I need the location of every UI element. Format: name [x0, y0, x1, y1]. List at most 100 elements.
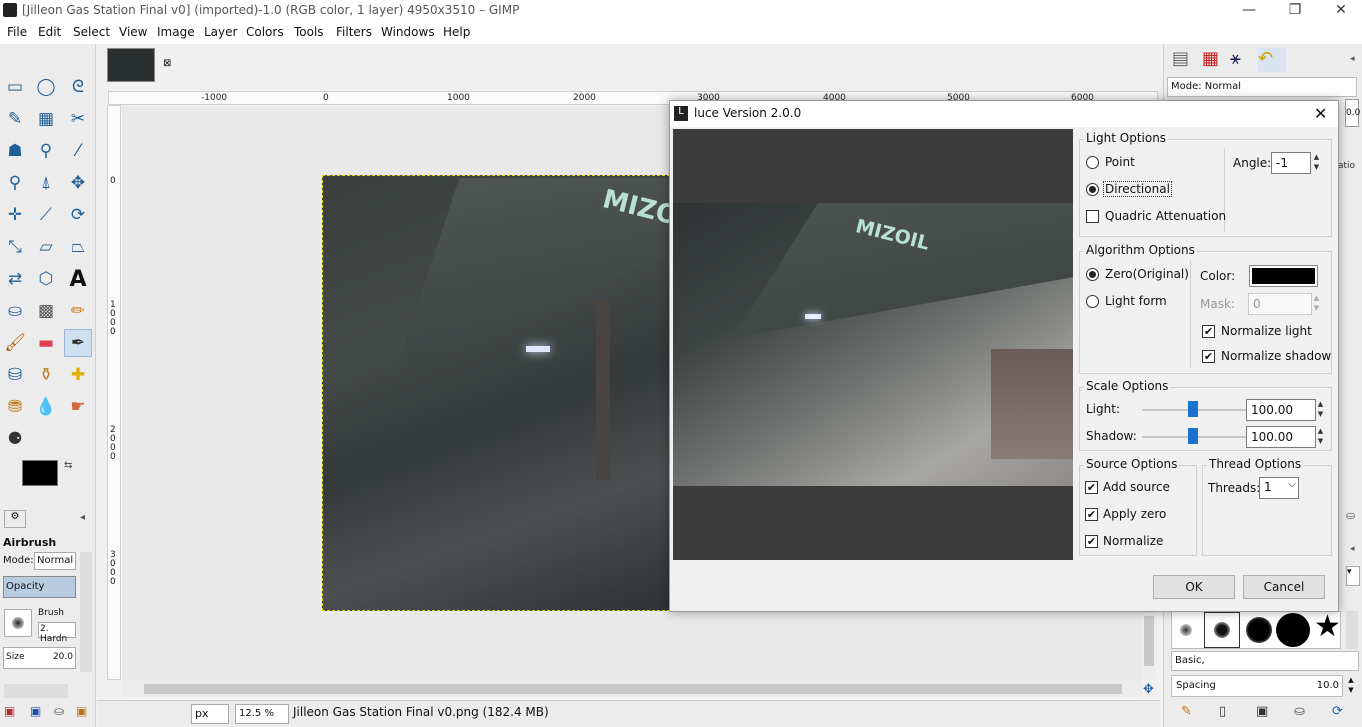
brush-star-icon[interactable]: ★ [1314, 609, 1341, 644]
menu-image[interactable]: Image [157, 25, 195, 39]
mask-input[interactable]: 0 [1248, 293, 1312, 315]
fuzzy-select-icon[interactable]: ✎ [1, 105, 29, 133]
vscroll-thumb[interactable] [1144, 616, 1154, 666]
brushes-config-icon[interactable]: ◂ [1350, 544, 1355, 554]
move-icon[interactable]: ✥ [64, 169, 92, 197]
normalize-checkbox[interactable]: ✔ [1085, 535, 1098, 548]
zero-original-radio[interactable] [1086, 268, 1099, 281]
layers-tab-icon[interactable]: ▤ [1172, 48, 1200, 72]
heal-icon[interactable]: ✚ [64, 361, 92, 389]
mode-select[interactable]: Normal [34, 552, 76, 570]
color-picker-icon[interactable]: ⁄ [64, 137, 92, 165]
angle-spin-buttons[interactable]: ▲ ▼ [1311, 152, 1322, 174]
close-button[interactable]: ✕ [1318, 0, 1362, 22]
panel-config-icon[interactable]: ◂ [80, 512, 85, 523]
delete-layer-icon[interactable]: ⛀ [1346, 509, 1355, 522]
paths-icon[interactable]: ⚲ [32, 137, 60, 165]
unit-select[interactable]: px [191, 704, 229, 724]
edit-brush-icon[interactable]: ✎ [1181, 704, 1192, 719]
new-brush-icon[interactable]: ▯ [1219, 704, 1226, 719]
clone-icon[interactable]: ⚱ [32, 361, 60, 389]
spacing-spin[interactable]: ▲ ▼ [1344, 675, 1358, 697]
directional-radio[interactable] [1086, 183, 1099, 196]
light-form-radio[interactable] [1086, 295, 1099, 308]
reset-icon[interactable]: ▣ [76, 704, 87, 718]
save-icon[interactable]: ▣ [4, 704, 15, 718]
tool-options-tab-icon[interactable]: ⚙ [4, 510, 26, 528]
menu-layer[interactable]: Layer [204, 25, 237, 39]
minimize-button[interactable]: — [1226, 0, 1272, 22]
opacity-slider[interactable]: Opacity [3, 576, 76, 598]
angle-input[interactable]: -1 [1271, 152, 1311, 174]
menu-tools[interactable]: Tools [294, 25, 324, 39]
dialog-close-icon[interactable]: ✕ [1314, 104, 1327, 123]
scale-icon[interactable]: ⤡ [1, 233, 29, 261]
menu-file[interactable]: File [7, 25, 27, 39]
brushes-view-select[interactable]: ▾ [1346, 566, 1360, 586]
zoom-select[interactable]: 12.5 % [235, 704, 289, 724]
spacing-slider[interactable]: Spacing 10.0 [1171, 675, 1343, 697]
menu-colors[interactable]: Colors [246, 25, 284, 39]
duplicate-brush-icon[interactable]: ▣ [1256, 704, 1268, 719]
dock-config-icon[interactable]: ◂ [1350, 54, 1355, 64]
color-select-icon[interactable]: ▦ [32, 105, 60, 133]
threads-select[interactable]: 1 ⌵ [1259, 477, 1299, 499]
mask-spin-buttons[interactable]: ▲ ▼ [1311, 293, 1322, 315]
add-source-checkbox[interactable]: ✔ [1085, 481, 1098, 494]
canvas-hscrollbar[interactable] [122, 681, 1142, 697]
brush-selected-frame[interactable] [1204, 612, 1240, 648]
eraser-icon[interactable]: ▬ [32, 329, 60, 357]
gradient-icon[interactable]: ▩ [32, 297, 60, 325]
foreground-color-swatch[interactable] [22, 460, 58, 486]
pencil-icon[interactable]: ✏ [64, 297, 92, 325]
delete-brush-icon[interactable]: ⛀ [1294, 704, 1305, 719]
bucket-fill-icon[interactable]: ⛀ [1, 297, 29, 325]
point-radio[interactable] [1086, 156, 1099, 169]
crop-icon[interactable]: ⟋ [32, 201, 60, 229]
foreground-select-icon[interactable]: ☗ [1, 137, 29, 165]
text-tool-icon[interactable]: A [64, 265, 92, 293]
rotate-icon[interactable]: ⟳ [64, 201, 92, 229]
smudge-icon[interactable]: ☛ [64, 393, 92, 421]
light-slider-thumb[interactable] [1188, 401, 1198, 417]
delete-icon[interactable]: ⛀ [54, 704, 64, 718]
brush-name[interactable]: 2. Hardn [38, 622, 76, 644]
align-icon[interactable]: ✛ [1, 201, 29, 229]
brush-tag-select[interactable]: Basic, [1171, 651, 1359, 671]
refresh-brushes-icon[interactable]: ⟳ [1332, 704, 1343, 719]
brush-soft-small-icon[interactable] [1180, 624, 1192, 636]
restore-icon[interactable]: ▣ [30, 704, 41, 718]
scissors-icon[interactable]: ✂ [64, 105, 92, 133]
free-select-icon[interactable]: ᘓ [64, 73, 92, 101]
navigate-icon[interactable]: ✥ [1143, 682, 1154, 697]
perspective-icon[interactable]: ⏢ [64, 233, 92, 261]
rect-select-icon[interactable]: ▭ [1, 73, 29, 101]
maximize-button[interactable]: ❐ [1272, 0, 1318, 22]
color-button[interactable] [1249, 265, 1318, 287]
layer-opacity-partial[interactable]: 0.0 [1345, 99, 1360, 127]
ellipse-select-icon[interactable]: ◯ [32, 73, 60, 101]
shadow-scale-input[interactable]: 100.00 [1246, 426, 1316, 448]
cage-transform-icon[interactable]: ⬡ [32, 265, 60, 293]
ok-button[interactable]: OK [1153, 575, 1235, 599]
menu-windows[interactable]: Windows [381, 25, 435, 39]
shadow-slider-thumb[interactable] [1188, 428, 1198, 444]
normalize-light-checkbox[interactable]: ✔ [1202, 325, 1215, 338]
zoom-icon[interactable]: ⚲ [1, 169, 29, 197]
menu-help[interactable]: Help [443, 25, 470, 39]
tool-options-scrollbar[interactable] [80, 552, 92, 672]
brush-soft-large-icon[interactable] [1246, 617, 1272, 643]
channels-tab-icon[interactable]: ▦ [1202, 48, 1230, 72]
paths-tab-icon[interactable]: ⚹ [1230, 48, 1258, 72]
toolbox-hscrollbar[interactable] [4, 684, 68, 698]
hscroll-thumb[interactable] [144, 684, 1122, 694]
menu-filters[interactable]: Filters [336, 25, 372, 39]
dodge-burn-icon[interactable]: ⚈ [1, 425, 29, 453]
blur-icon[interactable]: 💧 [32, 393, 60, 421]
image-tab-close-icon[interactable]: ⊠ [163, 58, 171, 69]
brushes-scrollbar[interactable] [1346, 611, 1358, 649]
swap-colors-icon[interactable]: ⇆ [64, 460, 72, 471]
light-scale-input[interactable]: 100.00 [1246, 399, 1316, 421]
size-slider[interactable]: Size 20.0 [3, 647, 76, 669]
menu-view[interactable]: View [119, 25, 147, 39]
